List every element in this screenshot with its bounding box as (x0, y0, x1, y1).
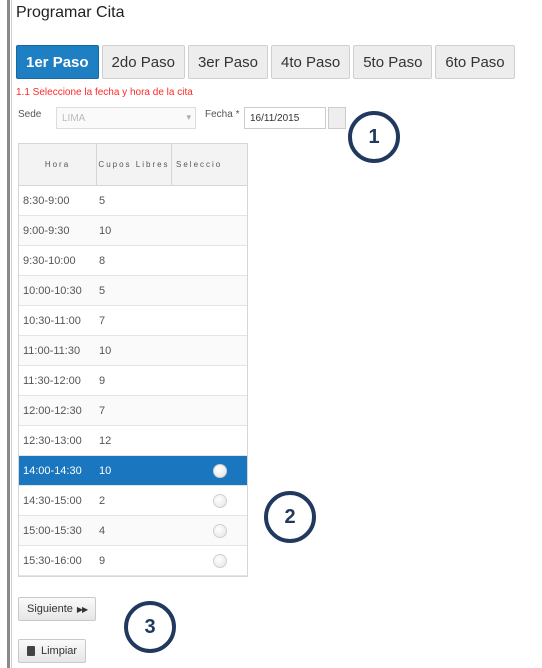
table-row[interactable]: 10:00-10:30 5 (19, 276, 247, 306)
cell-hora: 8:30-9:00 (23, 194, 70, 207)
cell-seleccion (172, 186, 247, 215)
cell-cupos: 5 (99, 194, 106, 207)
limpiar-button[interactable]: Limpiar (18, 639, 87, 663)
column-header-cupos[interactable]: Cupos Libres (97, 144, 172, 185)
fecha-input[interactable]: 16/11/2015 (244, 107, 326, 129)
trash-icon (27, 646, 35, 656)
fecha-label: Fecha * (205, 109, 240, 120)
step-instruction: 1.1 Seleccione la fecha y hora de la cit… (16, 87, 193, 98)
select-radio[interactable] (212, 523, 227, 538)
cell-cupos: 7 (99, 404, 106, 417)
cell-cupos: 12 (99, 434, 112, 447)
select-radio[interactable] (212, 463, 227, 478)
cell-seleccion (172, 336, 247, 365)
table-row-selected[interactable]: 14:00-14:30 10 (19, 456, 247, 486)
column-header-seleccion[interactable]: Seleccio (172, 144, 247, 185)
cell-cupos: 5 (99, 284, 106, 297)
column-header-hora[interactable]: Hora (19, 144, 97, 185)
cell-seleccion (172, 306, 247, 335)
cell-hora: 9:00-9:30 (23, 224, 70, 237)
select-radio[interactable] (212, 553, 227, 568)
table-row[interactable]: 10:30-11:00 7 (19, 306, 247, 336)
table-row[interactable]: 14:30-15:00 2 (19, 486, 247, 516)
step-tabs: 1er Paso 2do Paso 3er Paso 4to Paso 5to … (16, 45, 518, 79)
siguiente-label: Siguiente (27, 603, 73, 615)
cell-cupos: 9 (99, 554, 106, 567)
table-row[interactable]: 12:00-12:30 7 (19, 396, 247, 426)
cell-cupos: 10 (99, 344, 112, 357)
tab-step-2[interactable]: 2do Paso (101, 45, 185, 79)
page-title: Programar Cita (16, 4, 125, 21)
table-row[interactable]: 11:00-11:30 10 (19, 336, 247, 366)
annotation-callout-2: 2 (264, 491, 316, 543)
sede-value: LIMA (62, 113, 86, 124)
chevron-down-icon: ▾ (186, 112, 191, 122)
cell-hora: 15:00-15:30 (23, 524, 82, 537)
sede-select[interactable]: LIMA ▾ (56, 107, 196, 129)
table-row[interactable]: 15:30-16:00 9 (19, 546, 247, 576)
grid-header: Hora Cupos Libres Seleccio (19, 144, 247, 186)
table-row[interactable]: 12:30-13:00 12 (19, 426, 247, 456)
filters-bar: Sede LIMA ▾ Fecha * 16/11/2015 (18, 107, 348, 129)
sede-label: Sede (18, 109, 42, 120)
limpiar-label: Limpiar (41, 645, 78, 657)
cell-seleccion (172, 426, 247, 455)
tab-step-1[interactable]: 1er Paso (16, 45, 99, 79)
cell-cupos: 10 (99, 224, 112, 237)
cell-hora: 11:00-11:30 (23, 344, 81, 357)
table-row[interactable]: 9:30-10:00 8 (19, 246, 247, 276)
cell-cupos: 7 (99, 314, 106, 327)
cell-seleccion (172, 366, 247, 395)
cell-seleccion (172, 216, 247, 245)
forward-arrows-icon: ▶▶ (76, 604, 88, 614)
cell-hora: 15:30-16:00 (23, 554, 82, 567)
cell-hora: 14:00-14:30 (23, 464, 82, 477)
cell-hora: 12:30-13:00 (23, 434, 82, 447)
schedule-grid: Hora Cupos Libres Seleccio 8:30-9:00 5 9… (18, 143, 248, 577)
tab-step-4[interactable]: 4to Paso (270, 45, 351, 79)
table-row[interactable]: 11:30-12:00 9 (19, 366, 247, 396)
cell-hora: 12:00-12:30 (23, 404, 82, 417)
annotation-callout-3: 3 (124, 601, 176, 653)
table-row[interactable]: 9:00-9:30 10 (19, 216, 247, 246)
cell-cupos: 10 (99, 464, 112, 477)
cell-hora: 14:30-15:00 (23, 494, 82, 507)
window-left-border (7, 0, 10, 668)
cell-hora: 9:30-10:00 (23, 254, 76, 267)
siguiente-button[interactable]: Siguiente ▶▶ (18, 597, 97, 621)
cell-seleccion (172, 396, 247, 425)
tab-step-5[interactable]: 5to Paso (353, 45, 433, 79)
annotation-callout-1: 1 (348, 111, 400, 163)
cell-cupos: 8 (99, 254, 106, 267)
cell-seleccion (172, 486, 247, 515)
cell-seleccion (172, 246, 247, 275)
tab-step-3[interactable]: 3er Paso (187, 45, 268, 79)
cell-cupos: 9 (99, 374, 106, 387)
table-row[interactable]: 8:30-9:00 5 (19, 186, 247, 216)
grid-body: 8:30-9:00 5 9:00-9:30 10 9:30-10:00 8 10… (19, 186, 247, 576)
cell-cupos: 4 (99, 524, 106, 537)
cell-hora: 10:30-11:00 (23, 314, 81, 327)
window-left-border-inner (11, 0, 12, 668)
calendar-button[interactable] (328, 107, 346, 129)
cell-seleccion (172, 276, 247, 305)
tab-step-6[interactable]: 6to Paso (435, 45, 515, 79)
cell-seleccion (172, 546, 247, 575)
cell-hora: 10:00-10:30 (23, 284, 82, 297)
cell-seleccion (172, 516, 247, 545)
select-radio[interactable] (212, 493, 227, 508)
cell-hora: 11:30-12:00 (23, 374, 81, 387)
cell-seleccion (172, 456, 247, 485)
table-row[interactable]: 15:00-15:30 4 (19, 516, 247, 546)
cell-cupos: 2 (99, 494, 106, 507)
